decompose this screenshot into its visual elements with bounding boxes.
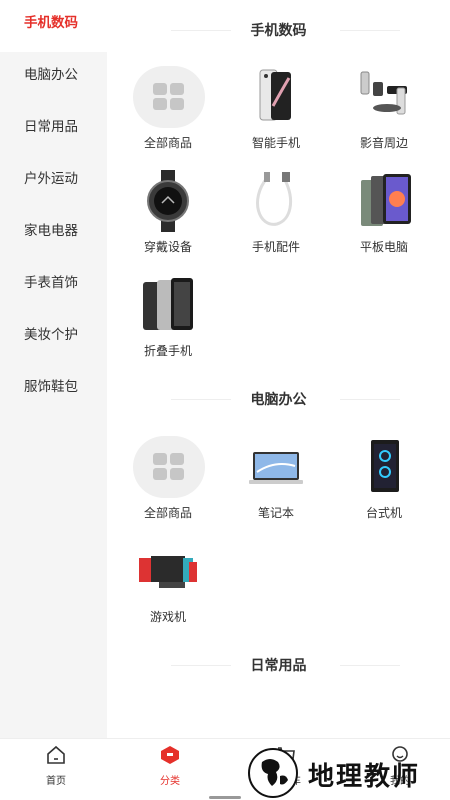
section-title-computer-office: 电脑办公: [107, 389, 450, 409]
laptop-icon: [249, 452, 303, 484]
section-title-daily-goods: 日常用品: [107, 655, 450, 675]
category-smartphones[interactable]: 智能手机: [215, 66, 311, 162]
grid-icon: [133, 436, 205, 498]
desktop-tower-icon: [371, 440, 399, 492]
grid-icon: [133, 66, 205, 128]
globe-logo-icon: [248, 748, 298, 798]
home-indicator: [209, 796, 241, 799]
category-content: 手机数码 全部商品 智能手机 影音周边 穿戴设备 手机配件 平板电脑 折叠手机 …: [107, 0, 450, 738]
sidebar-item-phones-digital[interactable]: 手机数码: [0, 0, 107, 52]
usb-cable-icon: [256, 172, 293, 226]
category-wearables[interactable]: 穿戴设备: [107, 170, 203, 266]
watermark-text: 地理教师: [308, 762, 421, 792]
category-icon: [161, 746, 179, 764]
home-icon: [47, 745, 65, 764]
category-desktops[interactable]: 台式机: [323, 436, 419, 532]
game-console-icon: [139, 556, 197, 588]
smartphone-icon: [259, 69, 291, 121]
category-phone-accessories[interactable]: 手机配件: [215, 170, 311, 266]
sidebar-item-outdoor-sports[interactable]: 户外运动: [0, 156, 107, 208]
category-tablets[interactable]: 平板电脑: [323, 170, 419, 266]
sidebar-item-watches-jewelry[interactable]: 手表首饰: [0, 260, 107, 312]
foldable-phone-icon: [143, 278, 193, 330]
category-all-products[interactable]: 全部商品: [107, 66, 205, 162]
category-laptops[interactable]: 笔记本: [215, 436, 311, 532]
sidebar-item-apparel-bags[interactable]: 服饰鞋包: [0, 364, 107, 416]
sidebar-item-beauty-care[interactable]: 美妆个护: [0, 312, 107, 364]
tab-category[interactable]: 分类: [130, 745, 210, 787]
sidebar-item-daily-goods[interactable]: 日常用品: [0, 104, 107, 156]
smartwatch-icon: [147, 170, 189, 232]
category-foldable-phones[interactable]: 折叠手机: [107, 274, 203, 370]
sidebar-item-home-appliances[interactable]: 家电电器: [0, 208, 107, 260]
sidebar-item-computer-office[interactable]: 电脑办公: [0, 52, 107, 104]
section-title-phones-digital: 手机数码: [107, 20, 450, 40]
category-all-products-computer[interactable]: 全部商品: [107, 436, 205, 532]
watermark: 地理教师: [248, 748, 448, 798]
category-game-consoles[interactable]: 游戏机: [107, 540, 203, 636]
tab-home[interactable]: 首页: [16, 745, 96, 787]
category-audio-video[interactable]: 影音周边: [323, 66, 419, 162]
tablet-icon: [361, 174, 411, 226]
category-sidebar: 手机数码 电脑办公 日常用品 户外运动 家电电器 手表首饰 美妆个护 服饰鞋包: [0, 0, 107, 738]
speaker-icon: [360, 71, 407, 115]
